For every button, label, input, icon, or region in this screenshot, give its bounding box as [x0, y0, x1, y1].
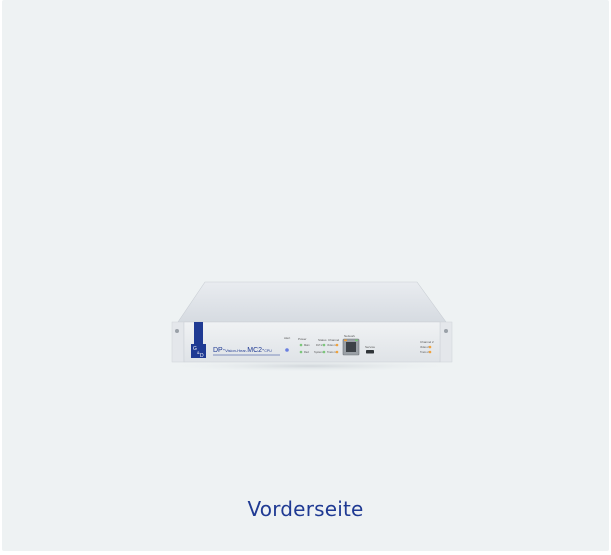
video2-led [428, 345, 432, 349]
network-led-right [355, 339, 358, 342]
logo-letter: D [200, 353, 204, 359]
label-channel-1: Channel [328, 338, 340, 342]
device-illustration: G & D DP-Vision-Hear-MC2-CPU Alert Power… [160, 281, 460, 372]
label-main: Main [304, 343, 310, 347]
trans2-led [428, 350, 432, 354]
label-system: System [314, 350, 323, 354]
rack-ear-right [439, 321, 453, 363]
model-name: DP-Vision-Hear-MC2-CPU [213, 347, 272, 354]
label-trans-1: Trans 1 [327, 350, 336, 354]
power-red-led [299, 350, 303, 354]
label-status: Status [318, 338, 327, 342]
service-port[interactable] [366, 350, 374, 354]
caption: Vorderseite [247, 497, 364, 521]
screw-icon [175, 329, 179, 333]
network-led-left [344, 339, 347, 342]
label-video-2: Video 2 [420, 345, 429, 349]
label-channel-2: Channel 2 [420, 340, 434, 344]
network-port-socket [346, 342, 356, 352]
label-trans-2: Trans 2 [420, 350, 429, 354]
label-network: Network [344, 334, 356, 338]
label-alert: Alert [284, 336, 290, 340]
screw-icon [444, 329, 448, 333]
video1-led [335, 343, 339, 347]
power-main-led [299, 343, 303, 347]
label-video-1: Video 1 [327, 343, 336, 347]
label-red: Red [304, 350, 309, 354]
alert-led [285, 348, 289, 352]
chassis-top [177, 281, 447, 323]
rack-ear-left [171, 321, 185, 363]
label-power: Power [298, 337, 307, 341]
chassis-front [183, 321, 441, 363]
label-service: Service [365, 345, 375, 349]
dvi2-led [322, 343, 326, 347]
label-dvi2: DVI 2 [316, 343, 323, 347]
trans1-led [335, 350, 339, 354]
system-led [322, 350, 326, 354]
brand-stripe [194, 322, 203, 344]
